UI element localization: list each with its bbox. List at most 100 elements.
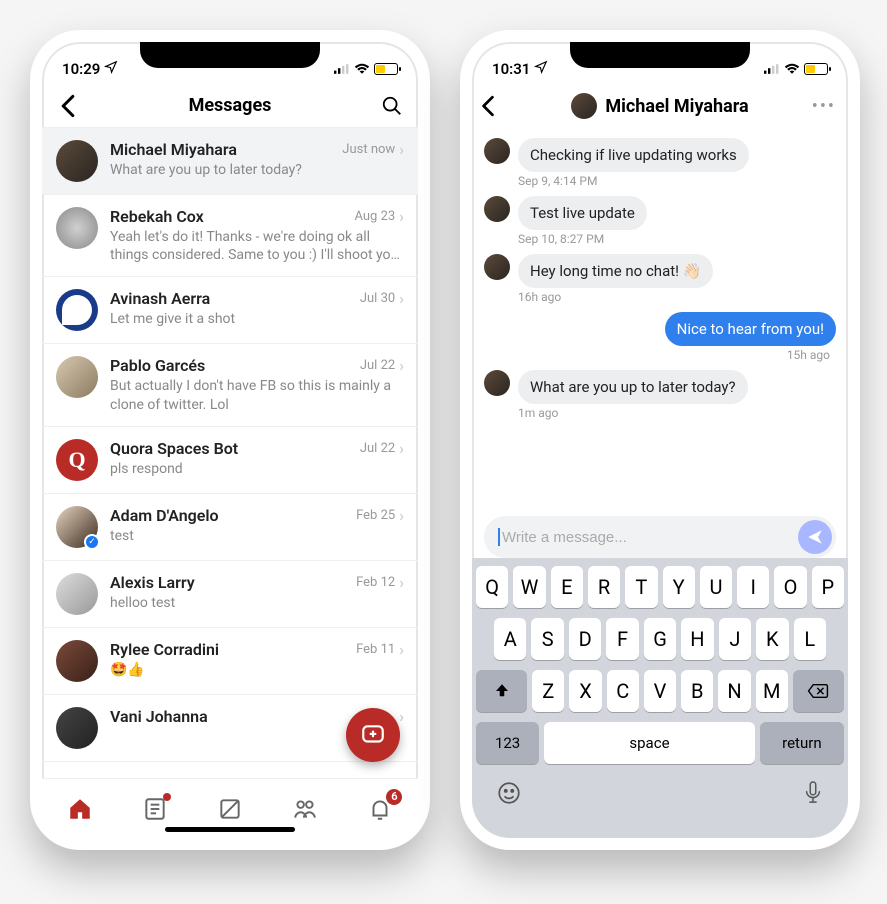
tab-spaces[interactable] bbox=[283, 787, 327, 831]
key-w[interactable]: W bbox=[513, 566, 545, 608]
key-h[interactable]: H bbox=[681, 618, 713, 660]
key-q[interactable]: Q bbox=[476, 566, 508, 608]
conversation-item[interactable]: Rebekah CoxAug 23›Yeah let's do it! Than… bbox=[42, 195, 418, 277]
back-button[interactable] bbox=[480, 84, 496, 128]
backspace-icon bbox=[807, 683, 829, 699]
conversation-time: Feb 12 bbox=[356, 575, 395, 590]
send-icon bbox=[806, 528, 824, 546]
avatar bbox=[56, 289, 98, 331]
search-icon bbox=[381, 95, 403, 117]
avatar: ✓ bbox=[56, 506, 98, 548]
key-y[interactable]: Y bbox=[663, 566, 695, 608]
key-m[interactable]: M bbox=[756, 670, 788, 712]
shift-key[interactable] bbox=[476, 670, 527, 712]
key-r[interactable]: R bbox=[588, 566, 620, 608]
chat-messages[interactable]: Checking if live updating works Sep 9, 4:… bbox=[472, 128, 848, 508]
message-bubble[interactable]: Checking if live updating works bbox=[518, 138, 749, 172]
chevron-right-icon: › bbox=[399, 140, 404, 159]
key-v[interactable]: V bbox=[644, 670, 676, 712]
key-a[interactable]: A bbox=[494, 618, 526, 660]
conversation-item[interactable]: Alexis LarryFeb 12›helloo test bbox=[42, 561, 418, 628]
key-d[interactable]: D bbox=[569, 618, 601, 660]
composer-input-wrap[interactable] bbox=[484, 516, 836, 558]
message-bubble[interactable]: What are you up to later today? bbox=[518, 370, 748, 404]
conversation-name: Vani Johanna bbox=[110, 707, 208, 726]
emoji-keyboard-button[interactable] bbox=[496, 780, 522, 810]
tab-compose[interactable] bbox=[208, 787, 252, 831]
key-j[interactable]: J bbox=[719, 618, 751, 660]
key-x[interactable]: X bbox=[569, 670, 601, 712]
chat-title: Michael Miyahara bbox=[605, 96, 748, 117]
key-c[interactable]: C bbox=[607, 670, 639, 712]
send-button[interactable] bbox=[798, 520, 832, 554]
conversation-name: Adam D'Angelo bbox=[110, 506, 219, 525]
conversation-item[interactable]: QQuora Spaces BotJul 22›pls respond bbox=[42, 427, 418, 494]
key-u[interactable]: U bbox=[700, 566, 732, 608]
device-notch bbox=[570, 42, 750, 68]
message-row: Test live update bbox=[484, 196, 836, 230]
message-timestamp: 16h ago bbox=[518, 290, 836, 304]
chevron-right-icon: › bbox=[399, 573, 404, 592]
message-timestamp: 15h ago bbox=[484, 348, 830, 362]
numbers-key[interactable]: 123 bbox=[476, 722, 539, 764]
dictation-button[interactable] bbox=[802, 780, 824, 810]
conversation-name: Quora Spaces Bot bbox=[110, 439, 238, 458]
key-e[interactable]: E bbox=[551, 566, 583, 608]
message-timestamp: Sep 10, 8:27 PM bbox=[518, 232, 836, 246]
back-button[interactable] bbox=[46, 84, 90, 127]
cellular-icon bbox=[764, 63, 780, 75]
message-bubble[interactable]: Test live update bbox=[518, 196, 647, 230]
conversation-preview: pls respond bbox=[110, 460, 404, 478]
key-s[interactable]: S bbox=[531, 618, 563, 660]
chevron-right-icon: › bbox=[399, 289, 404, 308]
conversation-item[interactable]: Avinash AerraJul 30›Let me give it a sho… bbox=[42, 277, 418, 344]
conversation-item[interactable]: Rylee CorradiniFeb 11›🤩👍 bbox=[42, 628, 418, 695]
key-g[interactable]: G bbox=[644, 618, 676, 660]
conversation-item[interactable]: ✓Adam D'AngeloFeb 25›test bbox=[42, 494, 418, 561]
key-z[interactable]: Z bbox=[532, 670, 564, 712]
return-key[interactable]: return bbox=[760, 722, 844, 764]
key-n[interactable]: N bbox=[718, 670, 750, 712]
cellular-icon bbox=[334, 63, 350, 75]
conversation-list[interactable]: Michael Miyahara Just now › What are you up… bbox=[42, 128, 418, 778]
conversation-preview: What are you up to later today? bbox=[110, 161, 404, 179]
message-avatar bbox=[484, 254, 510, 280]
more-options-button[interactable]: ••• bbox=[812, 84, 836, 128]
ios-keyboard: QWERTYUIOP ASDFGHJKL ZXCVBNM 123 space r… bbox=[472, 558, 848, 838]
conversation-item[interactable]: Michael Miyahara Just now › What are you up… bbox=[42, 128, 418, 195]
message-bubble[interactable]: Hey long time no chat! 👋🏻 bbox=[518, 254, 713, 288]
conversation-name: Michael Miyahara bbox=[110, 140, 237, 159]
tab-notifications[interactable]: 6 bbox=[358, 787, 402, 831]
backspace-key[interactable] bbox=[793, 670, 844, 712]
new-message-fab[interactable] bbox=[346, 708, 400, 762]
key-i[interactable]: I bbox=[737, 566, 769, 608]
messages-header: Messages bbox=[42, 84, 418, 128]
tab-home[interactable] bbox=[58, 787, 102, 831]
chat-avatar[interactable] bbox=[571, 93, 597, 119]
message-avatar bbox=[484, 138, 510, 164]
key-t[interactable]: T bbox=[625, 566, 657, 608]
conversation-item[interactable]: Pablo GarcésJul 22›But actually I don't … bbox=[42, 344, 418, 426]
key-b[interactable]: B bbox=[681, 670, 713, 712]
phone-messages-list: 10:29 Messages Michael MiyaharaJust now›… bbox=[30, 30, 430, 850]
message-input[interactable] bbox=[502, 520, 798, 554]
search-button[interactable] bbox=[370, 84, 414, 127]
message-bubble[interactable]: Nice to hear from you! bbox=[665, 312, 836, 346]
tab-feed[interactable] bbox=[133, 787, 177, 831]
conversation-time: Just now bbox=[342, 142, 395, 157]
key-p[interactable]: P bbox=[812, 566, 844, 608]
key-f[interactable]: F bbox=[606, 618, 638, 660]
message-timestamp: Sep 9, 4:14 PM bbox=[518, 174, 836, 188]
chevron-right-icon: › bbox=[399, 356, 404, 375]
key-o[interactable]: O bbox=[774, 566, 806, 608]
conversation-time: Jul 30 bbox=[360, 291, 395, 306]
key-k[interactable]: K bbox=[756, 618, 788, 660]
conversation-preview: test bbox=[110, 527, 404, 545]
home-indicator[interactable] bbox=[165, 827, 295, 832]
message-avatar bbox=[484, 196, 510, 222]
key-l[interactable]: L bbox=[794, 618, 826, 660]
chevron-right-icon: › bbox=[399, 707, 404, 726]
avatar bbox=[56, 707, 98, 749]
space-key[interactable]: space bbox=[544, 722, 755, 764]
conversation-time: Feb 25 bbox=[356, 508, 395, 523]
